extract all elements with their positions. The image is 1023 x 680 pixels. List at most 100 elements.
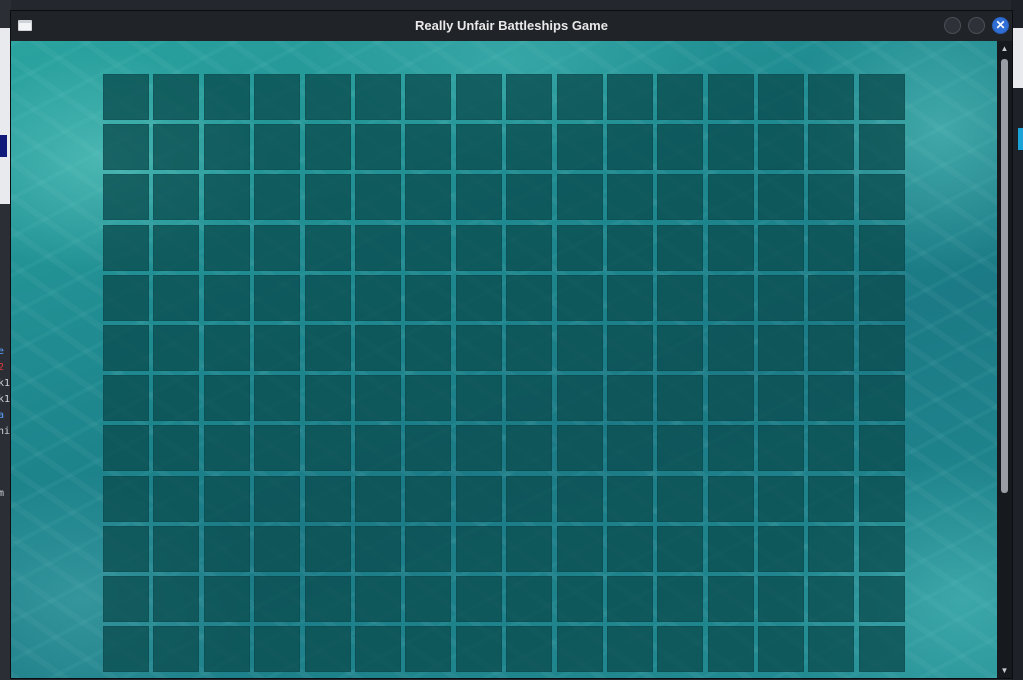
grid-cell[interactable] [405,274,452,321]
grid-cell[interactable] [808,124,855,171]
grid-cell[interactable] [657,174,704,221]
grid-cell[interactable] [103,274,149,321]
grid-cell[interactable] [556,375,603,422]
grid-cell[interactable] [758,626,805,673]
grid-cell[interactable] [153,626,200,673]
grid-cell[interactable] [858,375,905,422]
grid-cell[interactable] [304,375,351,422]
grid-cell[interactable] [405,174,452,221]
grid-cell[interactable] [556,575,603,622]
grid-cell[interactable] [858,575,905,622]
grid-cell[interactable] [506,274,553,321]
grid-cell[interactable] [858,224,905,271]
grid-cell[interactable] [758,324,805,371]
grid-cell[interactable] [203,575,250,622]
grid-cell[interactable] [556,174,603,221]
grid-cell[interactable] [808,575,855,622]
grid-cell[interactable] [153,74,200,120]
grid-cell[interactable] [606,626,653,673]
grid-cell[interactable] [455,274,502,321]
grid-cell[interactable] [506,324,553,371]
grid-cell[interactable] [506,174,553,221]
grid-cell[interactable] [858,174,905,221]
grid-cell[interactable] [506,224,553,271]
scroll-down-arrow-icon[interactable]: ▼ [997,665,1012,677]
grid-cell[interactable] [606,525,653,572]
grid-cell[interactable] [153,575,200,622]
grid-cell[interactable] [103,425,149,472]
grid-cell[interactable] [254,475,301,522]
close-button[interactable]: ✕ [992,17,1009,34]
grid-cell[interactable] [455,525,502,572]
grid-cell[interactable] [455,124,502,171]
grid-cell[interactable] [858,525,905,572]
grid-cell[interactable] [153,375,200,422]
grid-cell[interactable] [455,575,502,622]
grid-cell[interactable] [455,475,502,522]
grid-cell[interactable] [707,626,754,673]
grid-cell[interactable] [657,375,704,422]
grid-cell[interactable] [707,525,754,572]
grid-cell[interactable] [254,74,301,120]
grid-cell[interactable] [354,74,401,120]
grid-cell[interactable] [455,425,502,472]
grid-cell[interactable] [304,626,351,673]
grid-cell[interactable] [405,224,452,271]
grid-cell[interactable] [808,324,855,371]
grid-cell[interactable] [657,626,704,673]
grid-cell[interactable] [506,425,553,472]
grid-cell[interactable] [657,324,704,371]
grid-cell[interactable] [606,475,653,522]
grid-cell[interactable] [657,425,704,472]
grid-cell[interactable] [354,324,401,371]
grid-cell[interactable] [103,224,149,271]
grid-cell[interactable] [808,274,855,321]
grid-cell[interactable] [758,124,805,171]
grid-cell[interactable] [354,475,401,522]
grid-cell[interactable] [455,375,502,422]
grid-cell[interactable] [556,626,603,673]
grid-cell[interactable] [606,274,653,321]
grid-cell[interactable] [103,74,149,120]
grid-cell[interactable] [606,74,653,120]
grid-cell[interactable] [707,425,754,472]
grid-cell[interactable] [153,525,200,572]
grid-cell[interactable] [808,375,855,422]
maximize-button[interactable] [968,17,985,34]
vertical-scrollbar[interactable]: ▲ ▼ [997,41,1012,678]
grid-cell[interactable] [657,575,704,622]
title-bar[interactable]: Really Unfair Battleships Game ✕ [11,11,1012,41]
grid-cell[interactable] [808,475,855,522]
grid-cell[interactable] [556,274,603,321]
grid-cell[interactable] [758,224,805,271]
grid-cell[interactable] [254,575,301,622]
grid-cell[interactable] [707,324,754,371]
grid-cell[interactable] [758,475,805,522]
scroll-thumb[interactable] [1001,59,1008,493]
grid-cell[interactable] [506,74,553,120]
grid-cell[interactable] [405,74,452,120]
scroll-up-arrow-icon[interactable]: ▲ [997,43,1012,55]
grid-cell[interactable] [203,626,250,673]
grid-cell[interactable] [354,174,401,221]
grid-cell[interactable] [858,274,905,321]
grid-cell[interactable] [556,324,603,371]
grid-cell[interactable] [758,575,805,622]
grid-cell[interactable] [203,124,250,171]
grid-cell[interactable] [858,324,905,371]
grid-cell[interactable] [354,224,401,271]
grid-cell[interactable] [354,425,401,472]
grid-cell[interactable] [657,124,704,171]
grid-cell[interactable] [657,74,704,120]
grid-cell[interactable] [758,525,805,572]
grid-cell[interactable] [203,425,250,472]
grid-cell[interactable] [455,174,502,221]
grid-cell[interactable] [304,124,351,171]
grid-cell[interactable] [203,525,250,572]
grid-cell[interactable] [707,575,754,622]
grid-cell[interactable] [606,575,653,622]
grid-cell[interactable] [304,224,351,271]
grid-cell[interactable] [707,375,754,422]
grid-cell[interactable] [405,324,452,371]
grid-cell[interactable] [556,124,603,171]
